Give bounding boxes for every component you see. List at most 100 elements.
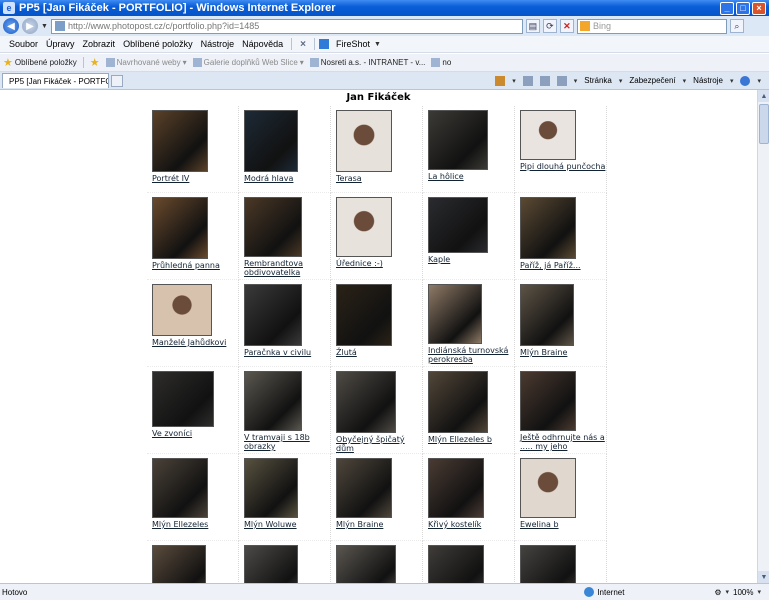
photo-caption-link[interactable]: Žlutá (336, 348, 422, 357)
forward-button[interactable]: ▶ (22, 18, 38, 34)
photo-caption-link[interactable]: Kaple (428, 255, 514, 264)
home-icon[interactable] (495, 75, 506, 86)
compatibility-view-icon[interactable]: ▤ (525, 19, 540, 33)
fav-item-webslice[interactable]: Galerie doplňků Web Slice ▾ (192, 58, 304, 67)
scroll-down-arrow-icon[interactable]: ▼ (758, 571, 769, 583)
stop-icon[interactable]: ✕ (559, 19, 574, 33)
favorites-button[interactable]: ★ Oblíbené položky (3, 56, 77, 69)
photo-thumbnail[interactable] (152, 110, 208, 172)
photo-thumbnail[interactable] (428, 110, 488, 170)
photo-caption-link[interactable]: Mlýn Ellezeles b (428, 435, 514, 444)
photo-thumbnail[interactable] (520, 110, 576, 160)
menu-item-zobrazit[interactable]: Zobrazit (79, 39, 120, 49)
close-toolbar-icon[interactable]: × (300, 39, 306, 50)
photo-thumbnail[interactable] (428, 545, 484, 583)
photo-caption-link[interactable]: Paračnka v civilu (244, 348, 330, 357)
maximize-button[interactable]: □ (736, 1, 750, 15)
zoom-level[interactable]: 100% (733, 588, 753, 597)
scrollbar-thumb[interactable] (759, 104, 769, 144)
photo-caption-link[interactable]: Ewelina b (520, 520, 606, 529)
photo-caption-link[interactable]: Křivý kostelík (428, 520, 514, 529)
photo-thumbnail[interactable] (520, 371, 576, 431)
photo-caption-link[interactable]: Mlýn Woluwe (244, 520, 330, 529)
photo-thumbnail[interactable] (520, 284, 574, 346)
mail-icon[interactable] (539, 75, 550, 86)
photo-caption-link[interactable]: Mlýn Ellezeles (152, 520, 238, 529)
photo-caption-link[interactable]: Rembrandtova obdivovatelka (244, 259, 330, 277)
feeds-icon[interactable] (522, 75, 533, 86)
photo-thumbnail[interactable] (336, 545, 396, 583)
print-dropdown-icon[interactable]: ▾ (574, 77, 578, 85)
tools-menu[interactable]: Nástroje (693, 76, 723, 85)
address-url[interactable]: http://www.photopost.cz/c/portfolio.php?… (68, 21, 522, 31)
photo-caption-link[interactable]: Mlýn Braine (520, 348, 606, 357)
photo-thumbnail[interactable] (336, 197, 392, 257)
security-menu[interactable]: Zabezpečení (629, 76, 675, 85)
menu-item-oblibene[interactable]: Oblíbené položky (119, 39, 197, 49)
photo-thumbnail[interactable] (152, 284, 212, 336)
refresh-icon[interactable]: ⟳ (542, 19, 557, 33)
photo-caption-link[interactable]: Terasa (336, 174, 422, 183)
fireshot-dropdown-icon[interactable]: ▼ (374, 41, 381, 48)
photo-thumbnail[interactable] (244, 197, 302, 257)
search-icon[interactable]: ⌕ (729, 19, 744, 33)
scroll-up-arrow-icon[interactable]: ▲ (758, 90, 769, 102)
tools-dropdown-icon[interactable]: ▾ (730, 77, 734, 85)
security-dropdown-icon[interactable]: ▾ (683, 77, 687, 85)
photo-thumbnail[interactable] (244, 110, 298, 172)
photo-thumbnail[interactable] (520, 197, 576, 259)
print-icon[interactable] (556, 75, 567, 86)
vertical-scrollbar[interactable]: ▲ ▼ (757, 90, 769, 583)
photo-thumbnail[interactable] (152, 458, 208, 518)
back-button[interactable]: ◀ (3, 18, 19, 34)
help-dropdown-icon[interactable]: ▾ (757, 77, 761, 85)
photo-caption-link[interactable]: Indiánská turnovská perokresba (428, 346, 514, 364)
photo-thumbnail[interactable] (336, 371, 396, 433)
photo-caption-link[interactable]: Obyčejný špičatý dům (336, 435, 422, 453)
photo-thumbnail[interactable] (428, 284, 482, 344)
menu-item-nastroje[interactable]: Nástroje (197, 39, 239, 49)
photo-thumbnail[interactable] (244, 371, 302, 431)
photo-thumbnail[interactable] (244, 458, 298, 518)
address-input[interactable]: http://www.photopost.cz/c/portfolio.php?… (50, 18, 523, 34)
help-icon[interactable] (740, 75, 751, 86)
photo-thumbnail[interactable] (336, 284, 392, 346)
photo-thumbnail[interactable] (428, 197, 488, 253)
photo-thumbnail[interactable] (520, 545, 576, 583)
add-favorite-icon[interactable]: ★ (90, 56, 100, 69)
fireshot-button[interactable]: FireShot (332, 39, 374, 49)
photo-caption-link[interactable]: Modrá hlava (244, 174, 330, 183)
page-menu[interactable]: Stránka (584, 76, 612, 85)
minimize-button[interactable]: _ (720, 1, 734, 15)
photo-caption-link[interactable]: Portrét IV (152, 174, 238, 183)
photo-caption-link[interactable]: Pipi dlouhá punčocha (520, 162, 606, 171)
menu-item-upravy[interactable]: Úpravy (42, 39, 79, 49)
fav-item-suggested[interactable]: Navrhované weby ▾ (105, 58, 187, 67)
new-tab-button[interactable] (111, 74, 123, 87)
home-dropdown-icon[interactable]: ▾ (512, 77, 516, 85)
photo-thumbnail[interactable] (336, 110, 392, 172)
zoom-control[interactable]: ⚙ ▾ 100% ▾ (714, 588, 769, 597)
photo-thumbnail[interactable] (152, 371, 214, 427)
photo-thumbnail[interactable] (152, 545, 206, 583)
page-dropdown-icon[interactable]: ▾ (619, 77, 623, 85)
photo-caption-link[interactable]: Ještě odhrnujte nás a ..... my jeho (520, 433, 606, 451)
photo-thumbnail[interactable] (428, 458, 484, 518)
photo-caption-link[interactable]: Paříž, já Paříž... (520, 261, 606, 270)
close-button[interactable]: × (752, 1, 766, 15)
photo-thumbnail[interactable] (244, 545, 298, 583)
menu-item-soubor[interactable]: Soubor (5, 39, 42, 49)
photo-caption-link[interactable]: Úřednice :-) (336, 259, 422, 268)
photo-caption-link[interactable]: Ve zvoníci (152, 429, 238, 438)
photo-caption-link[interactable]: Manželé Jahůdkovi (152, 338, 238, 347)
search-input[interactable]: Bing (576, 18, 727, 34)
zoom-level-dropdown-icon[interactable]: ▾ (757, 588, 761, 596)
photo-thumbnail[interactable] (152, 197, 208, 259)
fav-item-no[interactable]: no (431, 58, 451, 67)
photo-thumbnail[interactable] (336, 458, 392, 518)
photo-thumbnail[interactable] (428, 371, 488, 433)
photo-caption-link[interactable]: La hôlice (428, 172, 514, 181)
photo-thumbnail[interactable] (244, 284, 302, 346)
zoom-dropdown-icon[interactable]: ▾ (726, 588, 730, 596)
history-dropdown-icon[interactable]: ▼ (41, 23, 48, 30)
